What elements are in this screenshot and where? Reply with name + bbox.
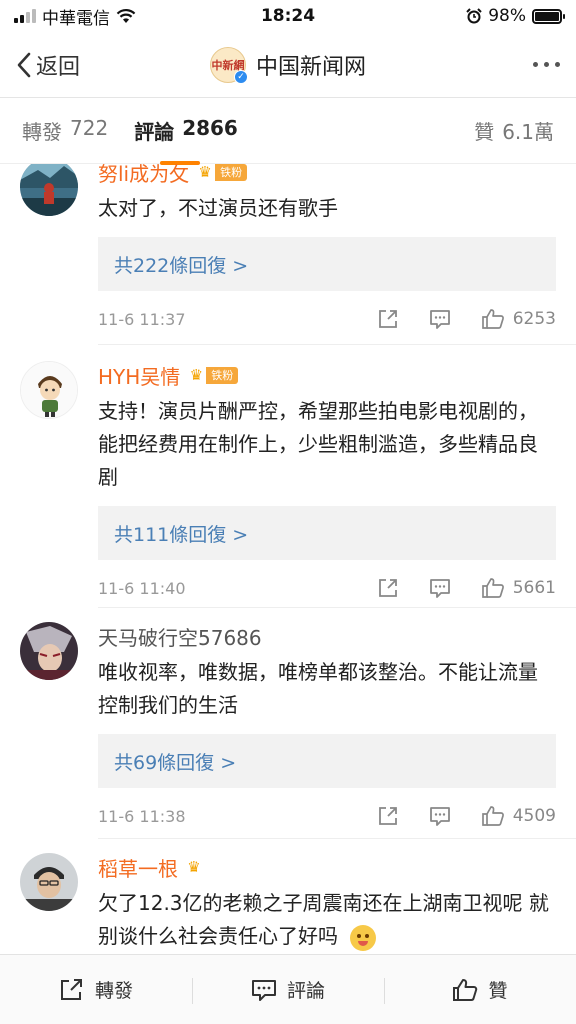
more-options-button[interactable] bbox=[533, 62, 560, 67]
view-replies-link[interactable]: 共222條回復 > bbox=[98, 237, 556, 291]
comment-item: HYH吴情 ♛ 铁粉 支持！演员片酬严控，希望那些拍电影电视剧的，能把经费用在制… bbox=[0, 345, 576, 608]
fan-badge: ♛ 铁粉 bbox=[186, 365, 239, 385]
thumbs-up-icon bbox=[481, 806, 504, 826]
username[interactable]: 稻草一根 ♛ bbox=[98, 853, 556, 881]
username[interactable]: 天马破行空57686 bbox=[98, 622, 556, 650]
comment-icon bbox=[429, 579, 450, 598]
battery-percent: 98% bbox=[488, 6, 526, 26]
comment-icon bbox=[429, 310, 450, 329]
account-header[interactable]: 中新網 ✓ 中国新闻网 bbox=[209, 46, 367, 84]
comment-text: 支持！演员片酬严控，希望那些拍电影电视剧的，能把经费用在制作上，少些粗制滥造，多… bbox=[98, 399, 538, 489]
clock: 18:24 bbox=[260, 6, 316, 26]
view-replies-link[interactable]: 共111條回復 > bbox=[98, 506, 556, 560]
tab-comments[interactable]: 評論 2866 bbox=[134, 116, 238, 165]
like-button[interactable]: 4509 bbox=[481, 805, 556, 827]
back-button[interactable]: 返回 bbox=[16, 49, 80, 81]
reply-button[interactable] bbox=[429, 805, 451, 827]
comment-item: 天马破行空57686 唯收视率，唯数据，唯榜单都该整治。不能让流量控制我们的生活… bbox=[0, 608, 576, 839]
share-icon bbox=[378, 807, 397, 825]
comment-icon bbox=[429, 807, 450, 826]
like-button[interactable]: 5661 bbox=[481, 577, 556, 599]
carrier-label: 中華電信 bbox=[42, 8, 110, 29]
comment-text: 太对了，不过演员还有歌手 bbox=[98, 196, 338, 220]
nav-bar: 返回 中新網 ✓ 中国新闻网 bbox=[0, 32, 576, 98]
emoji-icon bbox=[350, 924, 377, 951]
share-icon bbox=[60, 978, 82, 1000]
comment-time: 11-6 11:38 bbox=[98, 806, 186, 826]
crown-icon: ♛ bbox=[189, 366, 204, 384]
username[interactable]: HYH吴情 ♛ 铁粉 bbox=[98, 361, 556, 389]
tab-bar: 轉發 722 評論 2866 贊 6.1萬 bbox=[0, 98, 576, 165]
verified-icon: ✓ bbox=[233, 69, 248, 84]
back-label: 返回 bbox=[36, 54, 81, 80]
fan-badge: ♛ bbox=[184, 857, 204, 877]
like-count: 4509 bbox=[512, 806, 556, 826]
crown-icon: ♛ bbox=[198, 164, 212, 181]
account-logo: 中新網 ✓ bbox=[209, 46, 248, 84]
share-button[interactable] bbox=[377, 577, 399, 599]
share-button[interactable] bbox=[377, 308, 399, 330]
avatar[interactable] bbox=[20, 622, 78, 680]
signal-icon bbox=[14, 9, 36, 23]
thumbs-up-icon bbox=[481, 309, 504, 329]
crown-icon: ♛ bbox=[187, 858, 201, 876]
comment-item: 稻草一根 ♛ 欠了12.3亿的老赖之子周震南还在上湖南卫视呢 就别谈什么社会责任… bbox=[0, 839, 576, 954]
avatar[interactable] bbox=[20, 853, 78, 911]
comment-text: 欠了12.3亿的老赖之子周震南还在上湖南卫视呢 就别谈什么社会责任心了好吗 bbox=[98, 887, 556, 953]
fan-badge: ♛ 铁粉 bbox=[195, 164, 248, 182]
reply-button[interactable] bbox=[429, 308, 451, 330]
comment-text: 唯收视率，唯数据，唯榜单都该整治。不能让流量控制我们的生活 bbox=[98, 660, 538, 717]
thumbs-up-icon bbox=[453, 978, 478, 1001]
comment-icon bbox=[251, 979, 276, 1001]
tab-likes[interactable]: 贊 6.1萬 bbox=[474, 116, 554, 145]
share-icon bbox=[378, 579, 397, 597]
comment-button[interactable]: 評論 bbox=[192, 976, 384, 1004]
tab-repost[interactable]: 轉發 722 bbox=[22, 116, 108, 145]
reply-button[interactable] bbox=[429, 577, 451, 599]
avatar[interactable] bbox=[20, 164, 78, 216]
bottom-action-bar: 轉發 評論 贊 bbox=[0, 954, 576, 1024]
wifi-icon bbox=[116, 9, 136, 23]
comment-item: 努li成为攵 ♛ 铁粉 太对了，不过演员还有歌手 共222條回復 > 11-6 … bbox=[0, 164, 576, 345]
share-button[interactable] bbox=[377, 805, 399, 827]
status-bar: 中華電信 18:24 98% bbox=[0, 0, 576, 32]
page-title: 中国新闻网 bbox=[255, 54, 367, 80]
like-count: 5661 bbox=[512, 578, 556, 598]
battery-icon bbox=[532, 8, 565, 24]
username[interactable]: 努li成为攵 ♛ 铁粉 bbox=[98, 164, 556, 186]
chevron-left-icon bbox=[17, 52, 31, 77]
comment-list: 努li成为攵 ♛ 铁粉 太对了，不过演员还有歌手 共222條回復 > 11-6 … bbox=[0, 164, 576, 954]
share-icon bbox=[378, 310, 397, 328]
like-post-button[interactable]: 贊 bbox=[384, 976, 576, 1004]
view-replies-link[interactable]: 共69條回復 > bbox=[98, 734, 556, 788]
avatar[interactable] bbox=[20, 361, 78, 419]
alarm-icon bbox=[466, 8, 482, 24]
repost-button[interactable]: 轉發 bbox=[0, 976, 192, 1003]
like-count: 6253 bbox=[512, 309, 556, 329]
thumbs-up-icon bbox=[481, 578, 504, 598]
comment-time: 11-6 11:40 bbox=[98, 578, 186, 598]
comment-time: 11-6 11:37 bbox=[98, 309, 186, 329]
like-button[interactable]: 6253 bbox=[481, 308, 556, 330]
